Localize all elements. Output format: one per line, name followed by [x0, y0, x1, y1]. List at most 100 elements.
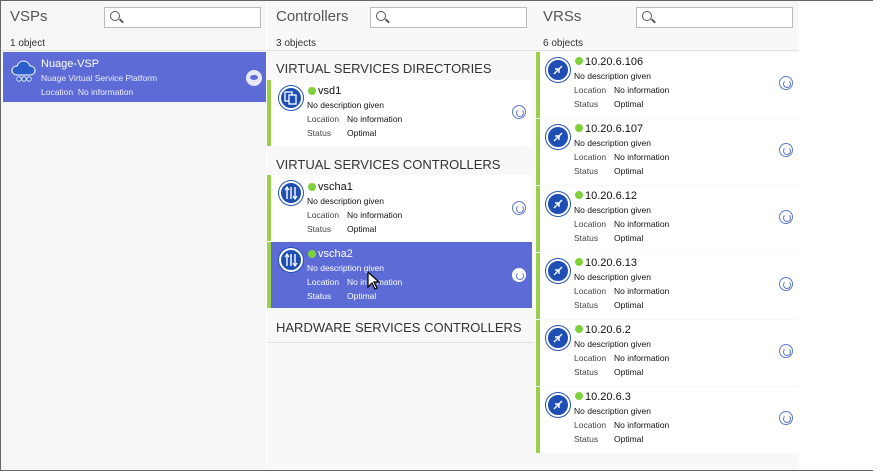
status-bar	[536, 52, 540, 118]
status-bar	[536, 253, 540, 319]
status-dot	[308, 250, 316, 258]
vrs-description: No description given	[574, 205, 652, 215]
controller-description: No description given	[307, 196, 385, 206]
location-value: No information	[77, 87, 134, 97]
vrs-status: Status Optimal	[574, 367, 644, 377]
search-icon	[110, 11, 120, 21]
section-vsd: VIRTUAL SERVICES DIRECTORIES	[276, 61, 492, 76]
vrss-search-input[interactable]	[636, 7, 793, 28]
vrs-description: No description given	[574, 406, 652, 416]
vrs-location: Location No information	[574, 353, 670, 363]
divider	[267, 50, 534, 51]
refresh-icon[interactable]	[779, 277, 793, 291]
vrs-location: Location No information	[574, 152, 670, 162]
vsp-location: Location No information	[41, 87, 133, 97]
vrs-item[interactable]: 10.20.6.107 No description given Location N…	[536, 119, 799, 185]
vrs-item[interactable]: 10.20.6.3 No description given Location No …	[536, 387, 799, 453]
vrss-count: 6 objects	[543, 38, 584, 49]
vrs-item[interactable]: 10.20.6.12 No description given Location No…	[536, 186, 799, 252]
vrs-status: Status Optimal	[574, 99, 644, 109]
switch-icon	[546, 192, 570, 216]
vrs-name: 10.20.6.2	[585, 324, 631, 336]
vsps-title: VSPs	[10, 8, 48, 25]
vrs-item[interactable]: 10.20.6.13 No description given Location No…	[536, 253, 799, 319]
controllers-title: Controllers	[276, 8, 349, 25]
directory-icon	[279, 86, 303, 110]
status-dot	[575, 57, 583, 65]
search-icon	[642, 11, 652, 21]
vrs-item[interactable]: 10.20.6.106 No description given Location N…	[536, 52, 799, 118]
divider	[534, 50, 799, 51]
switch-icon	[546, 393, 570, 417]
section-vsc: VIRTUAL SERVICES CONTROLLERS	[276, 157, 501, 172]
status-bar	[536, 387, 540, 453]
controller-item-vscha1[interactable]: vscha1 No description given Location No i…	[267, 175, 532, 241]
vrs-name: 10.20.6.107	[585, 123, 644, 135]
controller-location: Location No information	[307, 114, 403, 124]
app-window: VSPs 1 object Nuage-VSP Nuage Virtual Se…	[0, 0, 873, 471]
controller-name: vscha1	[318, 181, 353, 193]
controller-item-vscha2[interactable]: vscha2 No description given Location No i…	[267, 242, 532, 308]
vrs-status: Status Optimal	[574, 434, 644, 444]
refresh-icon[interactable]	[779, 76, 793, 90]
refresh-icon[interactable]	[512, 201, 526, 215]
vsps-column: VSPs 1 object Nuage-VSP Nuage Virtual Se…	[1, 1, 266, 470]
vrs-status: Status Optimal	[574, 166, 644, 176]
vrs-status: Status Optimal	[574, 300, 644, 310]
vrs-description: No description given	[574, 138, 652, 148]
switch-icon	[546, 58, 570, 82]
section-hsc: HARDWARE SERVICES CONTROLLERS	[276, 320, 522, 335]
vrs-name: 10.20.6.3	[585, 391, 631, 403]
vrs-name: 10.20.6.12	[585, 190, 637, 202]
vrss-title: VRSs	[543, 8, 582, 25]
divider	[1, 50, 266, 51]
controllers-header: Controllers	[267, 1, 534, 33]
vrss-header: VRSs	[534, 1, 799, 33]
refresh-icon[interactable]	[512, 268, 526, 282]
vrs-location: Location No information	[574, 420, 670, 430]
vrs-item[interactable]: 10.20.6.2 No description given Location No …	[536, 320, 799, 386]
status-bar	[267, 242, 271, 308]
controllers-count: 3 objects	[276, 38, 317, 49]
status-bar	[536, 186, 540, 252]
status-dot	[575, 124, 583, 132]
refresh-icon[interactable]	[779, 210, 793, 224]
vrss-column: VRSs 6 objects 10.20.6.106 No description…	[534, 1, 799, 470]
status-bar	[536, 119, 540, 185]
vsps-search-input[interactable]	[104, 7, 261, 28]
vrs-description: No description given	[574, 339, 652, 349]
status-dot	[575, 258, 583, 266]
controller-description: No description given	[307, 100, 385, 110]
controllers-search-input[interactable]	[370, 7, 527, 28]
controller-status: Status Optimal	[307, 128, 377, 138]
vrs-location: Location No information	[574, 219, 670, 229]
cloud-network-icon	[11, 58, 37, 82]
controller-location: Location No information	[307, 210, 403, 220]
vsps-header: VSPs	[1, 1, 266, 33]
vrs-location: Location No information	[574, 85, 670, 95]
vrs-name: 10.20.6.13	[585, 257, 637, 269]
location-label: Location	[41, 87, 74, 97]
empty-panel	[799, 1, 873, 470]
switch-icon	[546, 125, 570, 149]
controller-icon	[279, 181, 303, 205]
refresh-icon[interactable]	[779, 411, 793, 425]
status-bar	[267, 80, 271, 146]
refresh-icon[interactable]	[512, 105, 526, 119]
controller-item-vsd1[interactable]: vsd1 No description given Location No inf…	[267, 80, 532, 146]
status-dot	[308, 87, 316, 95]
vrs-description: No description given	[574, 272, 652, 282]
refresh-icon[interactable]	[779, 143, 793, 157]
vsp-name: Nuage-VSP	[41, 58, 100, 70]
status-dot	[575, 325, 583, 333]
controller-status: Status Optimal	[307, 291, 377, 301]
vrs-status: Status Optimal	[574, 233, 644, 243]
refresh-icon[interactable]	[779, 344, 793, 358]
divider	[267, 342, 534, 343]
eye-icon[interactable]	[246, 70, 262, 86]
vsp-item-nuage[interactable]: Nuage-VSP Nuage Virtual Service Platform…	[3, 52, 266, 102]
switch-icon	[546, 259, 570, 283]
controllers-column: Controllers 3 objects VIRTUAL SERVICES D…	[267, 1, 534, 470]
controller-icon	[279, 248, 303, 272]
vrs-location: Location No information	[574, 286, 670, 296]
